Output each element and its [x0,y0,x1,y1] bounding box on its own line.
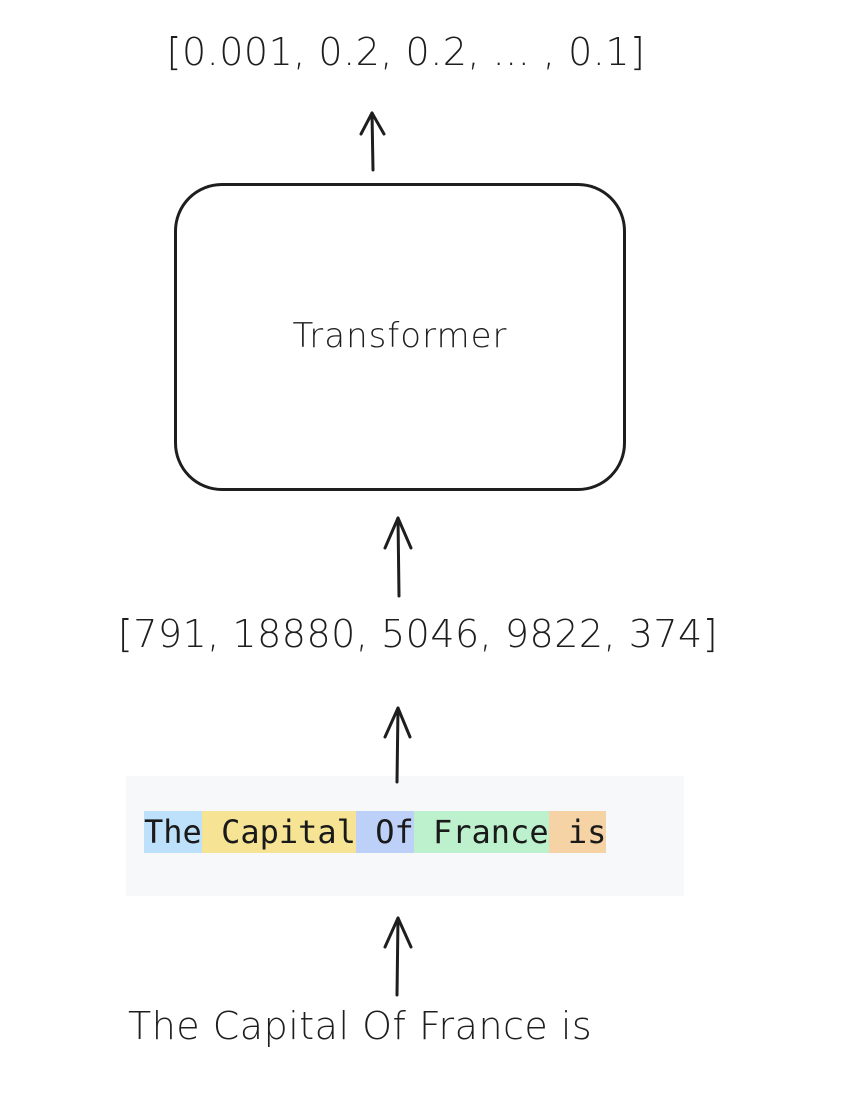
flow-arrows [359,111,413,997]
arrow-up-icon [359,111,386,172]
arrow-up-icon [383,516,413,598]
arrow-up-icon [383,706,412,784]
arrow-up-icon [383,916,413,997]
